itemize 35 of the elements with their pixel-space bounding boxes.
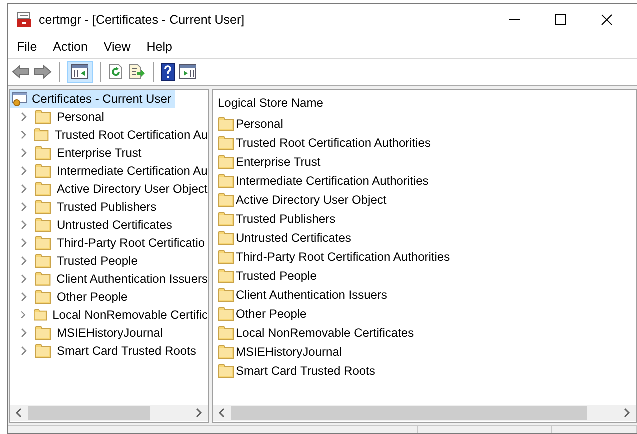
- tree-item[interactable]: Smart Card Trusted Roots: [10, 342, 208, 360]
- list-item[interactable]: Trusted Root Certification Authorities: [213, 133, 636, 152]
- tree-item[interactable]: Certificates - Current User: [10, 90, 176, 108]
- tree-item[interactable]: Third-Party Root Certificatio: [10, 234, 208, 252]
- list-item[interactable]: Client Authentication Issuers: [213, 285, 636, 304]
- list-item[interactable]: Intermediate Certification Authorities: [213, 171, 636, 190]
- tree-item[interactable]: Trusted Root Certification Au: [10, 126, 208, 144]
- list-item[interactable]: Other People: [213, 304, 636, 323]
- menu-item[interactable]: View: [104, 40, 131, 54]
- menu-item[interactable]: File: [17, 40, 38, 54]
- tree-item[interactable]: MSIEHistoryJournal: [10, 324, 208, 342]
- window-title: certmgr - [Certificates - Current User]: [39, 13, 245, 27]
- menu-item[interactable]: Action: [53, 40, 88, 54]
- list-item[interactable]: MSIEHistoryJournal: [213, 342, 636, 361]
- tree-item[interactable]: Local NonRemovable Certific: [10, 306, 208, 324]
- list-item[interactable]: Enterprise Trust: [213, 152, 636, 171]
- list-item[interactable]: Third-Party Root Certification Authorities: [213, 247, 636, 266]
- column-header[interactable]: Logical Store Name: [218, 96, 324, 110]
- tree-item[interactable]: Other People: [10, 288, 208, 306]
- list-item[interactable]: Untrusted Certificates: [213, 228, 636, 247]
- list-item[interactable]: Smart Card Trusted Roots: [213, 361, 636, 380]
- list-item[interactable]: Personal: [213, 114, 636, 133]
- tree-item[interactable]: Untrusted Certificates: [10, 216, 208, 234]
- list-item[interactable]: Trusted Publishers: [213, 209, 636, 228]
- tree-item[interactable]: Trusted People: [10, 252, 208, 270]
- tree-item[interactable]: Enterprise Trust: [10, 144, 208, 162]
- list-item[interactable]: Active Directory User Object: [213, 190, 636, 209]
- list-item[interactable]: Local NonRemovable Certificates: [213, 323, 636, 342]
- tree-item[interactable]: Client Authentication Issuers: [10, 270, 208, 288]
- tree-item[interactable]: Intermediate Certification Au: [10, 162, 208, 180]
- menu-item[interactable]: Help: [146, 40, 172, 54]
- tree-item[interactable]: Active Directory User Object: [10, 180, 208, 198]
- list-item[interactable]: Trusted People: [213, 266, 636, 285]
- tree-item[interactable]: Personal: [10, 108, 208, 126]
- tree-item[interactable]: Trusted Publishers: [10, 198, 208, 216]
